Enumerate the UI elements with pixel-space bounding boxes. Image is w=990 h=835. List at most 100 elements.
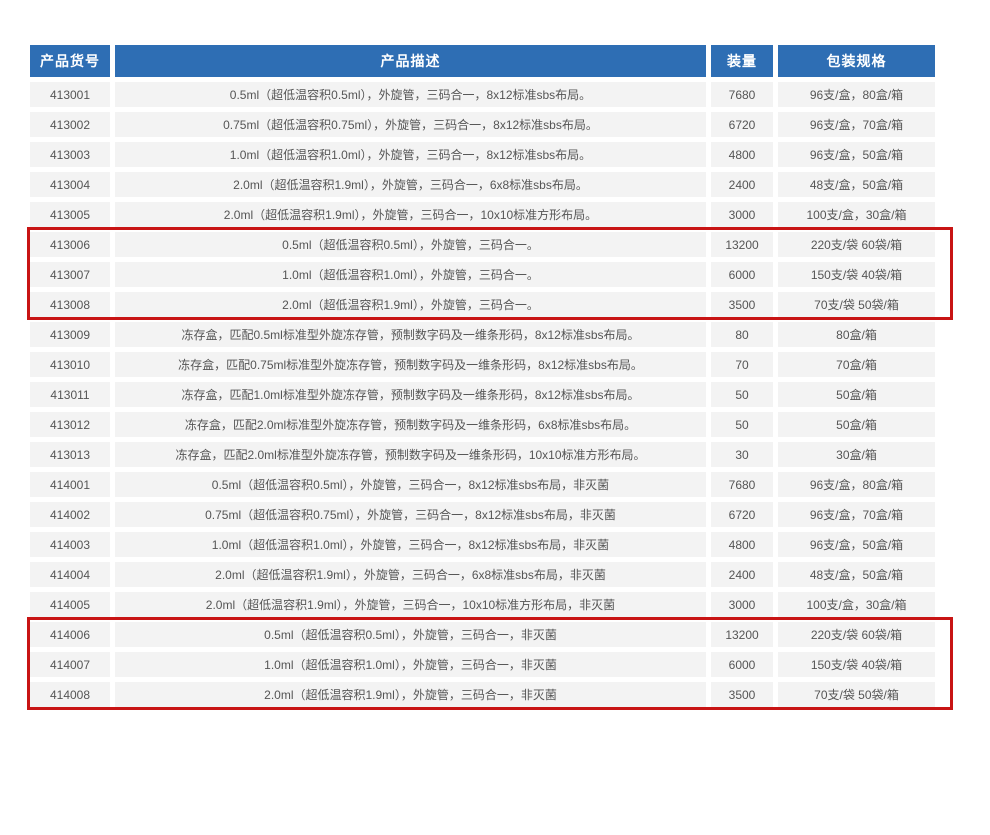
product-description-cell: 冻存盒，匹配2.0ml标准型外旋冻存管，预制数字码及一维条形码，10x10标准方… — [115, 442, 706, 467]
table-row: 4130020.75ml（超低温容积0.75ml），外旋管，三码合一，8x12标… — [30, 112, 935, 137]
product-description-cell: 2.0ml（超低温容积1.9ml），外旋管，三码合一。 — [115, 292, 706, 317]
fill-quantity-cell: 6720 — [711, 502, 773, 527]
packaging-spec-cell: 220支/袋 60袋/箱 — [778, 622, 935, 647]
product-description-cell: 2.0ml（超低温容积1.9ml），外旋管，三码合一，非灭菌 — [115, 682, 706, 707]
product-code-cell: 414004 — [30, 562, 110, 587]
table-row: 4140042.0ml（超低温容积1.9ml），外旋管，三码合一，6x8标准sb… — [30, 562, 935, 587]
table-row: 4130010.5ml（超低温容积0.5ml），外旋管，三码合一，8x12标准s… — [30, 82, 935, 107]
packaging-spec-cell: 100支/盒，30盒/箱 — [778, 202, 935, 227]
table-row: 4140031.0ml（超低温容积1.0ml），外旋管，三码合一，8x12标准s… — [30, 532, 935, 557]
table-row: 413009冻存盒，匹配0.5ml标准型外旋冻存管，预制数字码及一维条形码，8x… — [30, 322, 935, 347]
product-description-cell: 0.5ml（超低温容积0.5ml），外旋管，三码合一，非灭菌 — [115, 622, 706, 647]
packaging-spec-cell: 48支/盒，50盒/箱 — [778, 562, 935, 587]
packaging-spec-cell: 50盒/箱 — [778, 412, 935, 437]
header-product-description: 产品描述 — [115, 45, 706, 77]
table-row: 4130031.0ml（超低温容积1.0ml），外旋管，三码合一，8x12标准s… — [30, 142, 935, 167]
fill-quantity-cell: 30 — [711, 442, 773, 467]
table-row: 413013冻存盒，匹配2.0ml标准型外旋冻存管，预制数字码及一维条形码，10… — [30, 442, 935, 467]
packaging-spec-cell: 48支/盒，50盒/箱 — [778, 172, 935, 197]
fill-quantity-cell: 70 — [711, 352, 773, 377]
product-code-cell: 413003 — [30, 142, 110, 167]
product-code-cell: 414005 — [30, 592, 110, 617]
fill-quantity-cell: 3500 — [711, 682, 773, 707]
product-description-cell: 0.5ml（超低温容积0.5ml），外旋管，三码合一。 — [115, 232, 706, 257]
product-code-cell: 414007 — [30, 652, 110, 677]
header-packaging-spec: 包装规格 — [778, 45, 935, 77]
table-row: 413010冻存盒，匹配0.75ml标准型外旋冻存管，预制数字码及一维条形码，8… — [30, 352, 935, 377]
packaging-spec-cell: 96支/盒，50盒/箱 — [778, 142, 935, 167]
table-row: 4140052.0ml（超低温容积1.9ml），外旋管，三码合一，10x10标准… — [30, 592, 935, 617]
table-row: 4130052.0ml（超低温容积1.9ml），外旋管，三码合一，10x10标准… — [30, 202, 935, 227]
product-code-cell: 413013 — [30, 442, 110, 467]
fill-quantity-cell: 6000 — [711, 652, 773, 677]
table-row: 4130071.0ml（超低温容积1.0ml），外旋管，三码合一。6000150… — [30, 262, 935, 287]
product-description-cell: 2.0ml（超低温容积1.9ml），外旋管，三码合一，10x10标准方形布局，非… — [115, 592, 706, 617]
fill-quantity-cell: 4800 — [711, 142, 773, 167]
fill-quantity-cell: 3000 — [711, 592, 773, 617]
product-code-cell: 414006 — [30, 622, 110, 647]
table-row: 4130042.0ml（超低温容积1.9ml），外旋管，三码合一，6x8标准sb… — [30, 172, 935, 197]
product-description-cell: 0.5ml（超低温容积0.5ml），外旋管，三码合一，8x12标准sbs布局。 — [115, 82, 706, 107]
product-code-cell: 413006 — [30, 232, 110, 257]
product-spec-table: 产品货号 产品描述 装量 包装规格 4130010.5ml（超低温容积0.5ml… — [30, 45, 935, 707]
product-description-cell: 2.0ml（超低温容积1.9ml），外旋管，三码合一，10x10标准方形布局。 — [115, 202, 706, 227]
product-code-cell: 413001 — [30, 82, 110, 107]
product-description-cell: 冻存盒，匹配0.5ml标准型外旋冻存管，预制数字码及一维条形码，8x12标准sb… — [115, 322, 706, 347]
product-code-cell: 413008 — [30, 292, 110, 317]
product-code-cell: 413012 — [30, 412, 110, 437]
fill-quantity-cell: 6000 — [711, 262, 773, 287]
packaging-spec-cell: 80盒/箱 — [778, 322, 935, 347]
table-row: 413012冻存盒，匹配2.0ml标准型外旋冻存管，预制数字码及一维条形码，6x… — [30, 412, 935, 437]
fill-quantity-cell: 3500 — [711, 292, 773, 317]
packaging-spec-cell: 96支/盒，50盒/箱 — [778, 532, 935, 557]
product-description-cell: 2.0ml（超低温容积1.9ml），外旋管，三码合一，6x8标准sbs布局，非灭… — [115, 562, 706, 587]
product-code-cell: 414003 — [30, 532, 110, 557]
fill-quantity-cell: 4800 — [711, 532, 773, 557]
product-description-cell: 0.75ml（超低温容积0.75ml），外旋管，三码合一，8x12标准sbs布局… — [115, 112, 706, 137]
packaging-spec-cell: 30盒/箱 — [778, 442, 935, 467]
table-row: 4130060.5ml（超低温容积0.5ml），外旋管，三码合一。1320022… — [30, 232, 935, 257]
product-description-cell: 1.0ml（超低温容积1.0ml），外旋管，三码合一，非灭菌 — [115, 652, 706, 677]
fill-quantity-cell: 2400 — [711, 562, 773, 587]
packaging-spec-cell: 50盒/箱 — [778, 382, 935, 407]
header-product-code: 产品货号 — [30, 45, 110, 77]
packaging-spec-cell: 96支/盒，80盒/箱 — [778, 82, 935, 107]
product-code-cell: 413004 — [30, 172, 110, 197]
packaging-spec-cell: 100支/盒，30盒/箱 — [778, 592, 935, 617]
product-description-cell: 1.0ml（超低温容积1.0ml），外旋管，三码合一。 — [115, 262, 706, 287]
fill-quantity-cell: 13200 — [711, 232, 773, 257]
packaging-spec-cell: 96支/盒，70盒/箱 — [778, 502, 935, 527]
product-code-cell: 413010 — [30, 352, 110, 377]
fill-quantity-cell: 3000 — [711, 202, 773, 227]
packaging-spec-cell: 70盒/箱 — [778, 352, 935, 377]
table-row: 4140020.75ml（超低温容积0.75ml），外旋管，三码合一，8x12标… — [30, 502, 935, 527]
table-row: 4140082.0ml（超低温容积1.9ml），外旋管，三码合一，非灭菌3500… — [30, 682, 935, 707]
fill-quantity-cell: 13200 — [711, 622, 773, 647]
table-row: 4140060.5ml（超低温容积0.5ml），外旋管，三码合一，非灭菌1320… — [30, 622, 935, 647]
packaging-spec-cell: 150支/袋 40袋/箱 — [778, 652, 935, 677]
table-body: 4130010.5ml（超低温容积0.5ml），外旋管，三码合一，8x12标准s… — [30, 82, 935, 707]
table-row: 4130082.0ml（超低温容积1.9ml），外旋管，三码合一。350070支… — [30, 292, 935, 317]
product-description-cell: 0.75ml（超低温容积0.75ml），外旋管，三码合一，8x12标准sbs布局… — [115, 502, 706, 527]
product-code-cell: 414008 — [30, 682, 110, 707]
packaging-spec-cell: 96支/盒，80盒/箱 — [778, 472, 935, 497]
table-header-row: 产品货号 产品描述 装量 包装规格 — [30, 45, 935, 77]
product-description-cell: 冻存盒，匹配2.0ml标准型外旋冻存管，预制数字码及一维条形码，6x8标准sbs… — [115, 412, 706, 437]
fill-quantity-cell: 6720 — [711, 112, 773, 137]
fill-quantity-cell: 7680 — [711, 472, 773, 497]
product-code-cell: 413007 — [30, 262, 110, 287]
product-code-cell: 413009 — [30, 322, 110, 347]
product-description-cell: 2.0ml（超低温容积1.9ml），外旋管，三码合一，6x8标准sbs布局。 — [115, 172, 706, 197]
packaging-spec-cell: 150支/袋 40袋/箱 — [778, 262, 935, 287]
fill-quantity-cell: 50 — [711, 382, 773, 407]
product-description-cell: 0.5ml（超低温容积0.5ml），外旋管，三码合一，8x12标准sbs布局，非… — [115, 472, 706, 497]
table-row: 4140071.0ml（超低温容积1.0ml），外旋管，三码合一，非灭菌6000… — [30, 652, 935, 677]
table-row: 4140010.5ml（超低温容积0.5ml），外旋管，三码合一，8x12标准s… — [30, 472, 935, 497]
packaging-spec-cell: 70支/袋 50袋/箱 — [778, 682, 935, 707]
fill-quantity-cell: 80 — [711, 322, 773, 347]
fill-quantity-cell: 7680 — [711, 82, 773, 107]
packaging-spec-cell: 70支/袋 50袋/箱 — [778, 292, 935, 317]
fill-quantity-cell: 50 — [711, 412, 773, 437]
product-code-cell: 413005 — [30, 202, 110, 227]
packaging-spec-cell: 96支/盒，70盒/箱 — [778, 112, 935, 137]
